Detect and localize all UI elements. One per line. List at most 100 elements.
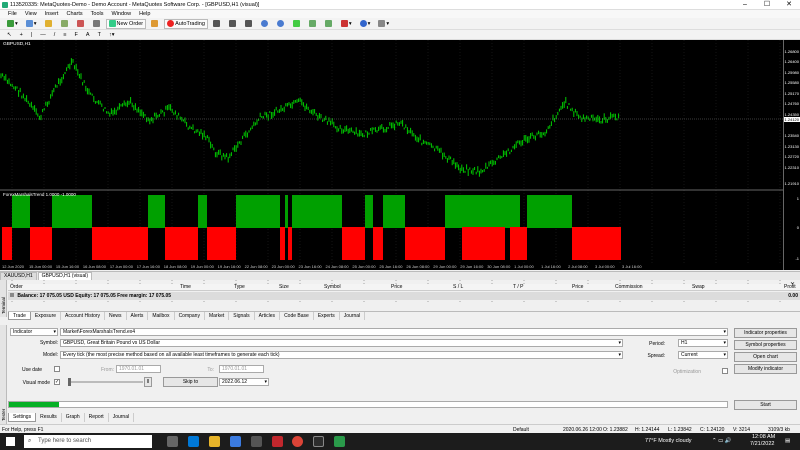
column-tp[interactable]: T / P bbox=[513, 284, 523, 290]
tab-tester-journal[interactable]: Journal bbox=[109, 413, 135, 422]
spread-select[interactable]: Current ▾ bbox=[678, 351, 728, 359]
indicator-properties-button[interactable]: Indicator properties bbox=[734, 328, 797, 338]
tab-account-history[interactable]: Account History bbox=[61, 312, 106, 320]
tab-report[interactable]: Report bbox=[85, 413, 109, 422]
speed-slider-handle[interactable] bbox=[68, 378, 71, 386]
periods-button[interactable]: ▾ bbox=[357, 19, 374, 29]
column-symbol[interactable]: Symbol bbox=[324, 284, 341, 290]
file-explorer-icon[interactable] bbox=[209, 436, 220, 447]
minimize-button[interactable]: – bbox=[734, 0, 756, 10]
test-type-select[interactable]: Indicator ▾ bbox=[10, 328, 58, 336]
windows-start-icon[interactable] bbox=[6, 437, 15, 446]
symbol-select[interactable]: GBPUSD, Great Britain Pound vs US Dollar… bbox=[60, 339, 623, 347]
tab-settings[interactable]: Settings bbox=[8, 413, 37, 422]
taskbar-time[interactable]: 12:08 AM bbox=[752, 434, 775, 440]
menu-file[interactable]: File bbox=[8, 11, 17, 17]
close-button[interactable]: ✕ bbox=[778, 0, 800, 10]
optimization-checkbox[interactable] bbox=[722, 368, 728, 374]
app-dark-icon[interactable] bbox=[313, 436, 324, 447]
column-type[interactable]: Type bbox=[234, 284, 245, 290]
tab-graph[interactable]: Graph bbox=[62, 413, 85, 422]
tab-xauusd[interactable]: XAUUSD,H1 bbox=[0, 272, 37, 280]
market-watch-button[interactable] bbox=[42, 19, 56, 29]
column-sl[interactable]: S / L bbox=[453, 284, 463, 290]
use-date-checkbox[interactable] bbox=[54, 366, 60, 372]
tab-signals[interactable]: Signals bbox=[229, 312, 255, 320]
cursor-tool[interactable]: ↖ bbox=[4, 30, 15, 40]
app-red-icon[interactable] bbox=[272, 436, 283, 447]
skip-date-input[interactable]: 2022.06.12 ▾ bbox=[219, 378, 269, 386]
tab-news[interactable]: News bbox=[105, 312, 127, 320]
to-date-input[interactable]: 1970.01.01 bbox=[219, 365, 264, 373]
terminal-sidebar[interactable]: Terminal bbox=[0, 280, 7, 317]
column-commission[interactable]: Commission bbox=[615, 284, 643, 290]
candle-chart-button[interactable] bbox=[226, 19, 240, 29]
new-order-button[interactable]: New Order bbox=[105, 18, 147, 29]
modify-indicator-button[interactable]: Modify indicator bbox=[734, 364, 797, 374]
channel-tool[interactable]: ≡ bbox=[60, 30, 69, 40]
tab-experts[interactable]: Experts bbox=[314, 312, 340, 320]
menu-help[interactable]: Help bbox=[139, 11, 150, 17]
tab-gbpusd[interactable]: GBPUSD,H1 (visual) bbox=[37, 272, 93, 280]
bar-chart-button[interactable] bbox=[210, 19, 224, 29]
auto-trading-button[interactable]: AutoTrading bbox=[164, 18, 208, 29]
tab-articles[interactable]: Articles bbox=[255, 312, 281, 320]
indicators-button[interactable]: ▾ bbox=[338, 19, 355, 29]
column-size[interactable]: Size bbox=[279, 284, 289, 290]
chrome-icon[interactable] bbox=[292, 436, 303, 447]
tab-market[interactable]: Market bbox=[205, 312, 230, 320]
program-select[interactable]: Market\ForexMarshalsTrend.ex4 ▾ bbox=[60, 328, 728, 336]
menu-window[interactable]: Window bbox=[112, 11, 132, 17]
tab-trade[interactable]: Trade bbox=[8, 312, 31, 320]
column-profit[interactable]: Profit bbox=[784, 284, 796, 290]
tab-exposure[interactable]: Exposure bbox=[31, 312, 62, 320]
balance-row[interactable]: Balance: 17 075.05 USD Equity: 17 075.05… bbox=[8, 292, 800, 300]
start-button[interactable]: Start bbox=[734, 400, 797, 410]
horizontal-line-tool[interactable]: — bbox=[37, 30, 49, 40]
profiles-button[interactable]: ▾ bbox=[23, 19, 40, 29]
metatrader-icon[interactable] bbox=[334, 436, 345, 447]
new-chart-button[interactable]: ▾ bbox=[4, 19, 21, 29]
tray-icons[interactable]: ⌃ ▭ 🔊 bbox=[712, 438, 732, 444]
tab-company[interactable]: Company bbox=[175, 312, 205, 320]
navigator-button[interactable] bbox=[58, 19, 72, 29]
menu-charts[interactable]: Charts bbox=[66, 11, 82, 17]
tab-journal[interactable]: Journal bbox=[340, 312, 366, 320]
tile-windows-button[interactable] bbox=[290, 19, 304, 29]
auto-scroll-button[interactable] bbox=[322, 19, 336, 29]
taskbar-search[interactable]: ⌕ Type here to search bbox=[24, 435, 152, 448]
crosshair-tool[interactable]: + bbox=[17, 30, 26, 40]
visual-mode-checkbox[interactable]: ✓ bbox=[54, 379, 60, 385]
chart-shift-button[interactable] bbox=[306, 19, 320, 29]
pause-button[interactable]: II bbox=[144, 377, 152, 387]
trendline-tool[interactable]: / bbox=[51, 30, 59, 40]
templates-button[interactable]: ▾ bbox=[375, 19, 392, 29]
zoom-in-button[interactable] bbox=[258, 19, 272, 29]
edge-icon[interactable] bbox=[188, 436, 199, 447]
maximize-button[interactable]: ☐ bbox=[756, 0, 778, 10]
menu-tools[interactable]: Tools bbox=[91, 11, 104, 17]
period-select[interactable]: H1 ▾ bbox=[678, 339, 728, 347]
column-time[interactable]: Time bbox=[180, 284, 191, 290]
column-price[interactable]: Price bbox=[391, 284, 402, 290]
speed-slider-track[interactable] bbox=[68, 381, 143, 383]
menu-insert[interactable]: Insert bbox=[45, 11, 59, 17]
mail-icon[interactable] bbox=[251, 436, 262, 447]
text-tool[interactable]: A bbox=[83, 30, 93, 40]
model-select[interactable]: Every tick (the most precise method base… bbox=[60, 351, 623, 359]
arrows-tool[interactable]: ↑▾ bbox=[106, 30, 118, 40]
tab-mailbox[interactable]: Mailbox bbox=[148, 312, 175, 320]
tab-alerts[interactable]: Alerts bbox=[127, 312, 149, 320]
line-chart-button[interactable] bbox=[242, 19, 256, 29]
task-view-icon[interactable] bbox=[167, 436, 178, 447]
vertical-line-tool[interactable]: | bbox=[28, 30, 35, 40]
chart-window[interactable]: GBPUSD,H1 ForexMarshalsTrend 1.0000 -1.0… bbox=[0, 40, 800, 303]
fibonacci-tool[interactable]: F bbox=[72, 30, 81, 40]
symbol-properties-button[interactable]: Symbol properties bbox=[734, 340, 797, 350]
column-swap[interactable]: Swap bbox=[692, 284, 705, 290]
tab-results[interactable]: Results bbox=[36, 413, 62, 422]
taskbar-date[interactable]: 7/21/2022 bbox=[750, 441, 774, 447]
weather-status[interactable]: 77°F Mostly cloudy bbox=[645, 438, 692, 444]
skip-to-button[interactable]: Skip to bbox=[163, 377, 218, 387]
terminal-button[interactable] bbox=[90, 19, 104, 29]
